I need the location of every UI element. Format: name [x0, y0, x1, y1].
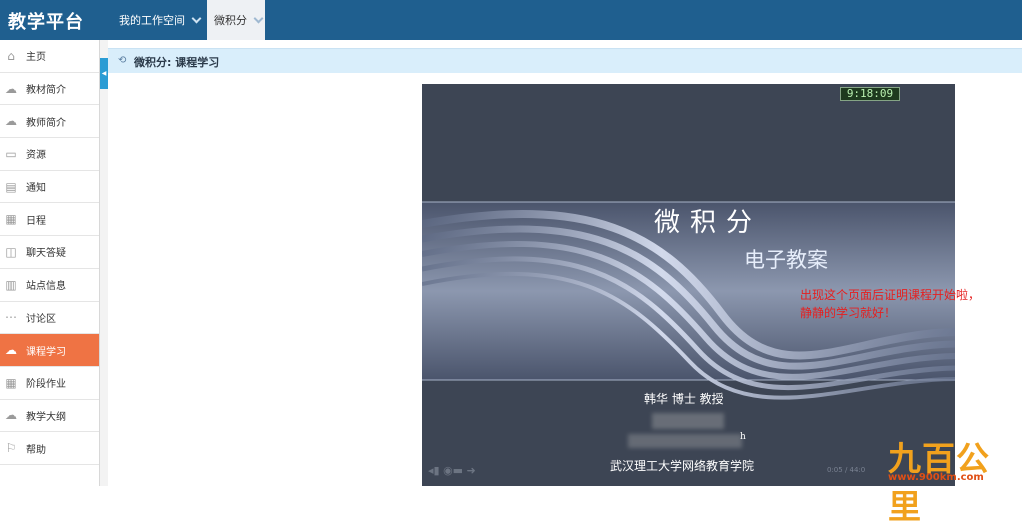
- sidebar-item-course-study[interactable]: ☁ 课程学习: [0, 334, 99, 367]
- slide-subtitle: 电子教案: [744, 248, 828, 272]
- sidebar-item-label: 课程学习: [26, 346, 66, 358]
- sidebar: ⌂ 主页 ☁ 教材简介 ☁ 教师简介 ▭ 资源 ▤ 通知 ▦ 日程 ◫ 聊天答疑…: [0, 40, 100, 486]
- chevron-down-icon: [191, 13, 202, 23]
- sidebar-item-assignments[interactable]: ▦ 阶段作业: [0, 367, 99, 400]
- home-icon: ⌂: [7, 48, 15, 63]
- chat-icon: ◫: [5, 244, 17, 259]
- annotation-note: 出现这个页面后证明课程开始啦， 静静的学习就好！: [800, 286, 980, 322]
- sidebar-item-textbook-intro[interactable]: ☁ 教材简介: [0, 73, 99, 106]
- breadcrumb-text: 微积分: 课程学习: [134, 56, 220, 69]
- sidebar-item-label: 资源: [26, 150, 46, 162]
- video-time: 0:05 / 44:0: [827, 466, 866, 474]
- note-line-2: 静静的学习就好！: [800, 306, 897, 320]
- sidebar-collapse-toggle[interactable]: ◀: [100, 58, 108, 89]
- cloud-upload-icon: ☁: [5, 408, 17, 423]
- sidebar-item-label: 教学大纲: [26, 411, 66, 423]
- sidebar-item-label: 日程: [26, 215, 46, 227]
- sidebar-item-notifications[interactable]: ▤ 通知: [0, 171, 99, 204]
- assignment-icon: ▦: [5, 375, 17, 390]
- sidebar-item-teacher-intro[interactable]: ☁ 教师简介: [0, 105, 99, 139]
- sidebar-item-label: 阶段作业: [26, 379, 66, 391]
- player-controls: ◂▮ ◉▬ ➜ 0:05 / 44:0: [422, 458, 955, 486]
- sidebar-item-schedule[interactable]: ▦ 日程: [0, 203, 99, 237]
- sidebar-item-label: 教师简介: [26, 117, 66, 129]
- sidebar-item-label: 讨论区: [26, 313, 56, 325]
- top-navigation-bar: 教学平台 我的工作空间 微积分: [0, 0, 1022, 40]
- chevron-down-icon: [253, 13, 264, 23]
- breadcrumb: ⟲ 微积分: 课程学习: [108, 48, 1022, 73]
- note-line-1: 出现这个页面后证明课程开始啦，: [800, 288, 981, 302]
- sidebar-item-help[interactable]: ⚐ 帮助: [0, 432, 99, 465]
- play-controls-icon[interactable]: ◂▮ ◉▬ ➜: [428, 464, 476, 477]
- course-video-player[interactable]: 9:18:09 微积分 电子教案 韩华 博士 教授 h 武汉理工大学网络教育学院…: [422, 84, 955, 486]
- partial-text: h: [740, 432, 746, 442]
- sidebar-item-resources[interactable]: ▭ 资源: [0, 138, 99, 171]
- sidebar-item-label: 帮助: [26, 444, 46, 456]
- refresh-icon[interactable]: ⟲: [118, 55, 126, 66]
- watermark-url: www.900km.com: [888, 472, 984, 483]
- sidebar-item-site-info[interactable]: ▥ 站点信息: [0, 269, 99, 302]
- my-workspace-tab[interactable]: 我的工作空间: [112, 0, 204, 40]
- sidebar-item-discussion[interactable]: ⋯ 讨论区: [0, 302, 99, 335]
- cloud-icon: ☁: [5, 343, 17, 358]
- sidebar-item-home[interactable]: ⌂ 主页: [0, 40, 99, 73]
- watermark-logo: 九百公里 www.900km.com: [888, 432, 1022, 526]
- workspace-label: 我的工作空间: [119, 14, 185, 27]
- lecturer-name: 韩华 博士 教授: [644, 392, 724, 406]
- sidebar-item-label: 教材简介: [26, 85, 66, 97]
- sidebar-item-syllabus[interactable]: ☁ 教学大纲: [0, 400, 99, 433]
- sidebar-item-label: 主页: [26, 52, 46, 64]
- blurred-text: [652, 413, 724, 429]
- sidebar-item-chat-qa[interactable]: ◫ 聊天答疑: [0, 236, 99, 269]
- folder-icon: ▭: [5, 146, 17, 161]
- course-tab[interactable]: 微积分: [207, 0, 265, 40]
- sidebar-gutter: [100, 40, 108, 486]
- course-label: 微积分: [214, 14, 247, 27]
- blurred-text: [628, 434, 742, 448]
- cloud-upload-icon: ☁: [5, 81, 17, 96]
- app-title: 教学平台: [8, 12, 84, 33]
- flag-icon: ⚐: [5, 441, 17, 456]
- comment-icon: ▤: [5, 179, 17, 194]
- sidebar-item-label: 站点信息: [26, 281, 66, 293]
- timer-display: 9:18:09: [840, 87, 900, 101]
- sidebar-item-label: 通知: [26, 183, 46, 195]
- discussion-icon: ⋯: [5, 310, 17, 325]
- sidebar-item-label: 聊天答疑: [26, 248, 66, 260]
- calendar-icon: ▦: [5, 212, 17, 227]
- cloud-upload-icon: ☁: [5, 114, 17, 129]
- document-icon: ▥: [5, 277, 17, 292]
- slide-title: 微积分: [654, 208, 763, 238]
